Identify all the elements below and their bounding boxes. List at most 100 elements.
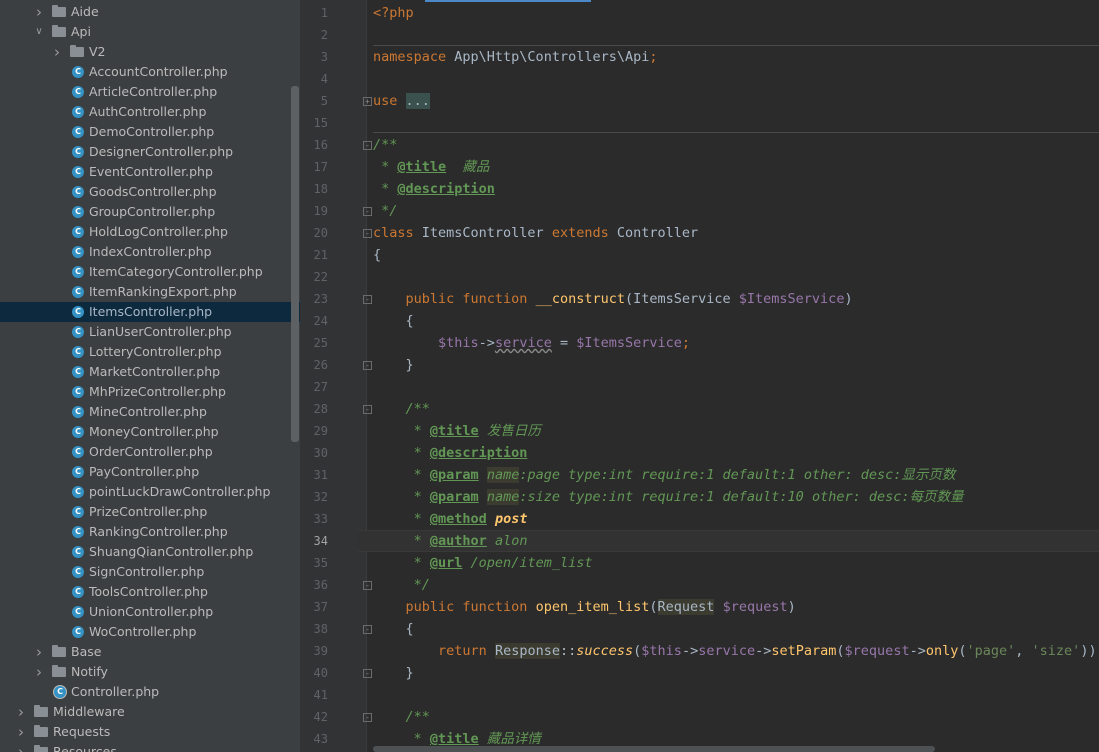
chevron-right-icon[interactable]: ›: [34, 662, 44, 682]
tree-file[interactable]: C LianUserController.php: [0, 322, 300, 342]
code-line[interactable]: {: [373, 310, 414, 332]
tree-file[interactable]: C AccountController.php: [0, 62, 300, 82]
tree-file[interactable]: C Controller.php: [0, 682, 300, 702]
tree-file[interactable]: C LotteryController.php: [0, 342, 300, 362]
code-line[interactable]: * @author alon: [373, 530, 528, 552]
tree-folder[interactable]: › Notify: [0, 662, 300, 682]
tree-file[interactable]: C HoldLogController.php: [0, 222, 300, 242]
tree-file[interactable]: C ShuangQianController.php: [0, 542, 300, 562]
tree-item-label: GoodsController.php: [89, 184, 217, 199]
chevron-right-icon[interactable]: ›: [16, 702, 26, 722]
tree-folder[interactable]: › Base: [0, 642, 300, 662]
chevron-right-icon[interactable]: ›: [52, 42, 62, 62]
tree-folder[interactable]: › V2: [0, 42, 300, 62]
tree-file[interactable]: C OrderController.php: [0, 442, 300, 462]
code-line[interactable]: */: [373, 200, 397, 222]
tree-file[interactable]: C WoController.php: [0, 622, 300, 642]
tree-file[interactable]: CpointLuckDrawController.php: [0, 482, 300, 502]
chevron-right-icon[interactable]: ›: [16, 742, 26, 752]
code-line[interactable]: /**: [373, 134, 397, 156]
tree-folder[interactable]: › Resources: [0, 742, 300, 752]
tree-file[interactable]: C ItemsController.php: [0, 302, 300, 322]
tree-file[interactable]: C ItemCategoryController.php: [0, 262, 300, 282]
line-number: 22: [313, 270, 328, 284]
fold-toggle-icon[interactable]: -: [363, 295, 372, 304]
code-line[interactable]: }: [373, 354, 414, 376]
fold-toggle-icon[interactable]: -: [363, 581, 372, 590]
tree-file[interactable]: C UnionController.php: [0, 602, 300, 622]
code-line[interactable]: * @description: [373, 178, 495, 200]
code-line[interactable]: * @title 藏品: [373, 156, 489, 178]
code-line[interactable]: * @method post: [373, 508, 528, 530]
fold-toggle-icon[interactable]: -: [363, 625, 372, 634]
tree-item-label: V2: [89, 44, 106, 59]
code-line[interactable]: use ...: [373, 90, 430, 112]
code-line[interactable]: }: [373, 662, 414, 684]
php-class-icon: C: [72, 186, 84, 198]
code-line[interactable]: class ItemsController extends Controller: [373, 222, 698, 244]
tree-file[interactable]: C ArticleController.php: [0, 82, 300, 102]
code-line[interactable]: * @url /open/item_list: [373, 552, 593, 574]
fold-toggle-icon[interactable]: -: [363, 405, 372, 414]
code-line[interactable]: /**: [373, 398, 430, 420]
php-class-icon: C: [72, 326, 84, 338]
tree-file[interactable]: C MineController.php: [0, 402, 300, 422]
chevron-right-icon[interactable]: ›: [34, 2, 44, 22]
tree-file[interactable]: C EventController.php: [0, 162, 300, 182]
tree-file[interactable]: C PrizeController.php: [0, 502, 300, 522]
tree-file[interactable]: C ItemRankingExport.php: [0, 282, 300, 302]
tree-folder[interactable]: › Aide: [0, 2, 300, 22]
fold-toggle-icon[interactable]: -: [363, 361, 372, 370]
code-line[interactable]: <?php: [373, 2, 414, 24]
fold-toggle-icon[interactable]: -: [363, 229, 372, 238]
code-line[interactable]: * @param name:size type:int require:1 de…: [373, 486, 963, 508]
chevron-right-icon[interactable]: ›: [34, 642, 44, 662]
tree-file[interactable]: C GoodsController.php: [0, 182, 300, 202]
tree-file[interactable]: C DesignerController.php: [0, 142, 300, 162]
fold-toggle-icon[interactable]: +: [363, 97, 372, 106]
tree-file[interactable]: C IndexController.php: [0, 242, 300, 262]
php-class-icon: C: [72, 246, 84, 258]
code-line[interactable]: public function open_item_list(Request $…: [373, 596, 796, 618]
editor-horizontal-scrollbar[interactable]: [373, 746, 935, 752]
php-class-icon: C: [72, 406, 84, 418]
tree-item-label: OrderController.php: [89, 444, 213, 459]
tree-file[interactable]: C GroupController.php: [0, 202, 300, 222]
tree-item-label: Controller.php: [71, 684, 160, 699]
tree-file[interactable]: C MhPrizeController.php: [0, 382, 300, 402]
chevron-right-icon[interactable]: ›: [16, 722, 26, 742]
code-line[interactable]: */: [373, 574, 430, 596]
code-line[interactable]: {: [373, 244, 381, 266]
code-line[interactable]: * @description: [373, 442, 528, 464]
line-number: 17: [313, 160, 328, 174]
code-line[interactable]: * @title 发售日历: [373, 420, 541, 442]
tree-file[interactable]: C DemoController.php: [0, 122, 300, 142]
tree-file[interactable]: C MoneyController.php: [0, 422, 300, 442]
tree-file[interactable]: C AuthController.php: [0, 102, 300, 122]
code-line[interactable]: {: [373, 618, 414, 640]
fold-toggle-icon[interactable]: -: [363, 141, 372, 150]
tree-file[interactable]: C RankingController.php: [0, 522, 300, 542]
code-line[interactable]: return Response::success($this->service-…: [373, 640, 1099, 662]
tree-item-label: ShuangQianController.php: [89, 544, 254, 559]
fold-toggle-icon[interactable]: -: [363, 207, 372, 216]
chevron-down-icon[interactable]: ∨: [34, 22, 44, 42]
code-line[interactable]: public function __construct(ItemsService…: [373, 288, 853, 310]
fold-toggle-icon[interactable]: -: [363, 669, 372, 678]
tree-file[interactable]: C ToolsController.php: [0, 582, 300, 602]
project-tree: › Aide ∨ Api › V2 C AccountController.php C Artic…: [0, 0, 300, 752]
php-class-icon: C: [72, 566, 84, 578]
tree-file[interactable]: C PayController.php: [0, 462, 300, 482]
tree-item-label: Requests: [53, 724, 111, 739]
tree-folder[interactable]: › Middleware: [0, 702, 300, 722]
fold-toggle-icon[interactable]: -: [363, 713, 372, 722]
code-line[interactable]: $this->service = $ItemsService;: [373, 332, 690, 354]
code-line[interactable]: * @param name:page type:int require:1 de…: [373, 464, 955, 486]
tree-file[interactable]: C MarketController.php: [0, 362, 300, 382]
tree-file[interactable]: C SignController.php: [0, 562, 300, 582]
tree-folder[interactable]: › Requests: [0, 722, 300, 742]
sidebar-scrollbar[interactable]: [291, 86, 299, 442]
code-line[interactable]: namespace App\Http\Controllers\Api;: [373, 46, 658, 68]
tree-folder[interactable]: ∨ Api: [0, 22, 300, 42]
code-line[interactable]: /**: [373, 706, 430, 728]
